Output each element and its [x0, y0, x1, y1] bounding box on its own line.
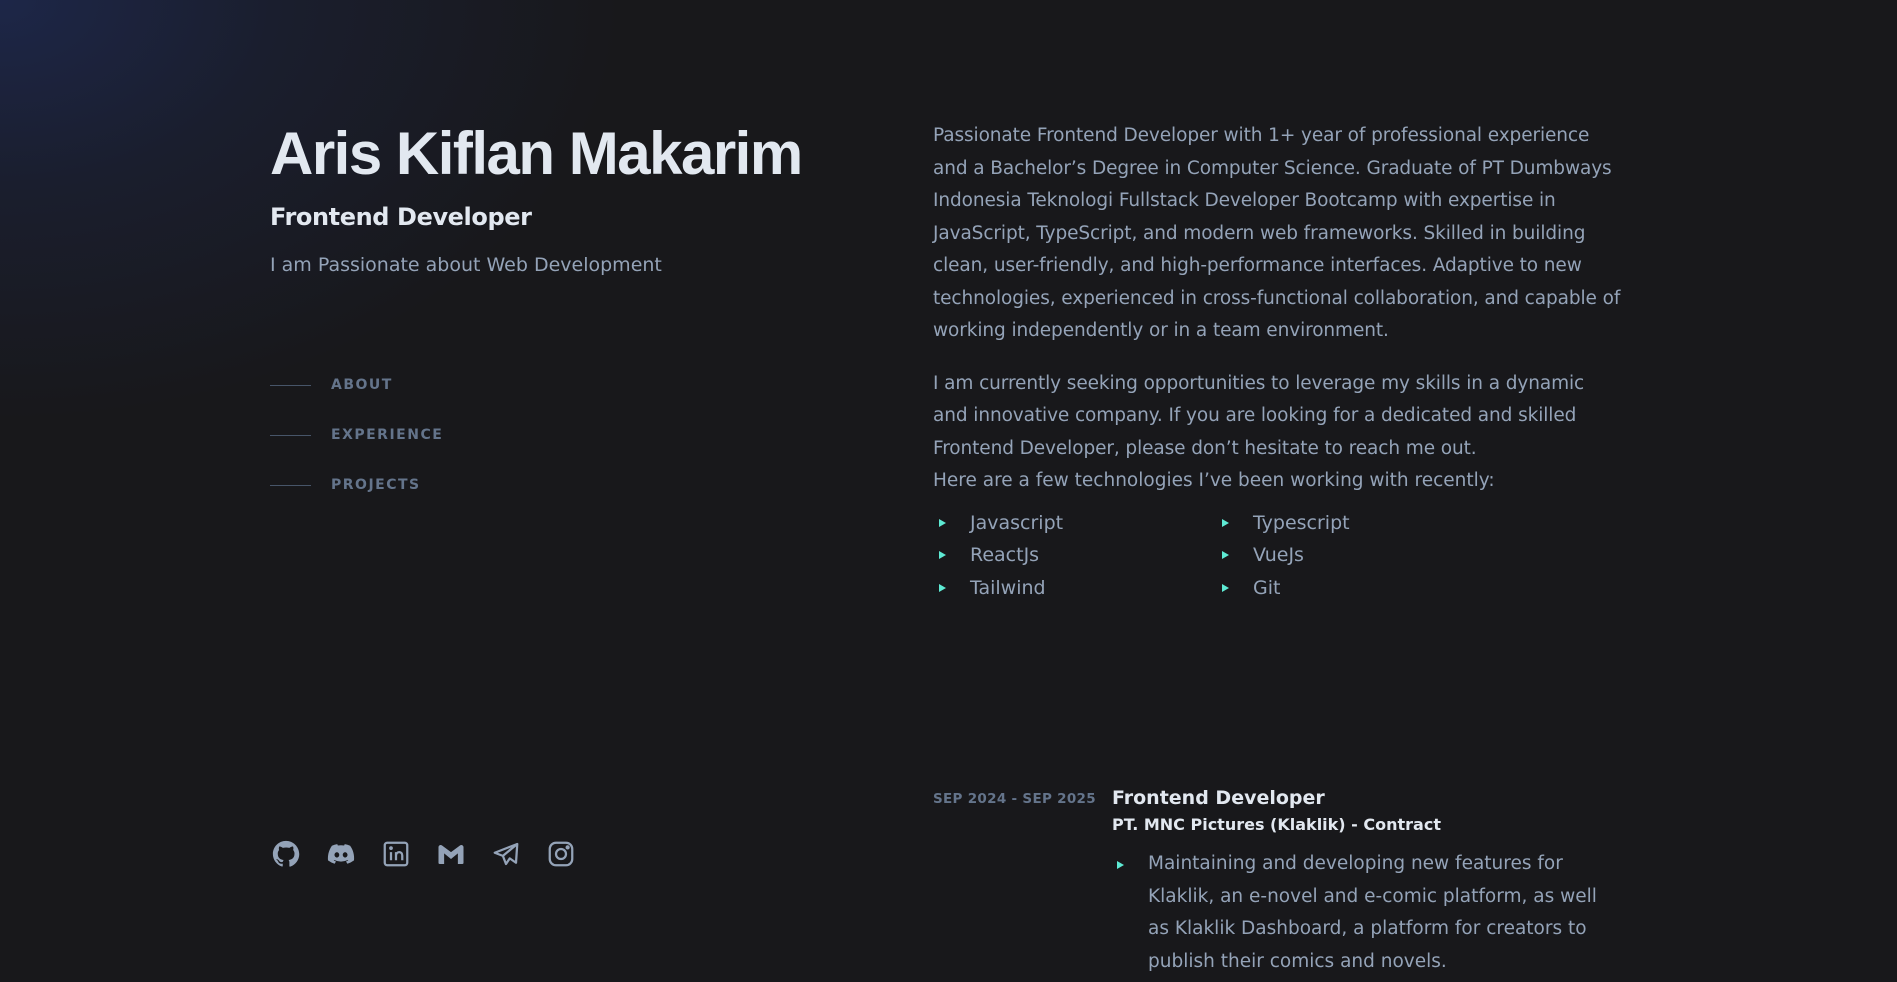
- profile-role: Frontend Developer: [270, 203, 532, 231]
- tech-item-label: Typescript: [1253, 511, 1350, 534]
- tech-item-label: ReactJs: [970, 544, 1040, 567]
- about-paragraph: I am currently seeking opportunities to …: [933, 372, 1585, 459]
- profile-name: Aris Kiflan Makarim: [270, 120, 803, 187]
- nav-item-projects[interactable]: PROJECTS: [270, 472, 443, 498]
- nav-item-label: EXPERIENCE: [331, 427, 444, 443]
- profile-tagline: I am Passionate about Web Development: [270, 254, 662, 276]
- triangle-bullet-icon: [1222, 518, 1229, 527]
- tech-item: ReactJs: [933, 539, 1216, 572]
- tech-item-label: VueJs: [1253, 544, 1304, 567]
- nav-indicator-line: [270, 434, 311, 436]
- tech-item-label: Tailwind: [970, 576, 1046, 599]
- nav-indicator-line: [270, 484, 311, 486]
- tech-item: Git: [1216, 572, 1499, 605]
- triangle-bullet-icon: [1222, 551, 1229, 560]
- tech-item-label: Javascript: [970, 511, 1064, 534]
- tech-item: VueJs: [1216, 539, 1499, 572]
- experience-item[interactable]: SEP 2024 - SEP 2025 Frontend Developer P…: [933, 784, 1623, 978]
- tech-intro: Here are a few technologies I’ve been wo…: [933, 470, 1495, 491]
- discord-icon[interactable]: [325, 838, 356, 869]
- nav-item-about[interactable]: ABOUT: [270, 372, 443, 398]
- about-paragraph: Passionate Frontend Developer with 1+ ye…: [933, 125, 1621, 341]
- social-links: [270, 838, 600, 869]
- experience-title: Frontend Developer: [1112, 787, 1325, 809]
- section-nav: ABOUT EXPERIENCE PROJECTS: [270, 372, 443, 522]
- portfolio-page: Aris Kiflan Makarim Frontend Developer I…: [0, 0, 1897, 982]
- triangle-bullet-icon: [939, 551, 946, 560]
- about-section: Passionate Frontend Developer with 1+ ye…: [933, 120, 1623, 604]
- nav-item-label: PROJECTS: [331, 477, 421, 493]
- linkedin-icon[interactable]: [380, 838, 411, 869]
- gmail-icon[interactable]: [435, 838, 466, 869]
- tech-item: Tailwind: [933, 572, 1216, 605]
- github-icon[interactable]: [270, 838, 301, 869]
- triangle-bullet-icon: [939, 518, 946, 527]
- nav-item-label: ABOUT: [331, 377, 393, 393]
- experience-company: PT. MNC Pictures (Klaklik) - Contract: [1112, 815, 1441, 834]
- experience-date: SEP 2024 - SEP 2025: [933, 791, 1096, 807]
- tech-item: Typescript: [1216, 507, 1499, 540]
- triangle-bullet-icon: [1222, 583, 1229, 592]
- profile-header: Aris Kiflan Makarim Frontend Developer I…: [270, 118, 830, 278]
- triangle-bullet-icon: [1117, 861, 1124, 869]
- experience-points: Maintaining and developing new features …: [1112, 848, 1623, 978]
- experience-point: Maintaining and developing new features …: [1112, 848, 1623, 978]
- tech-item-label: Git: [1253, 576, 1281, 599]
- experience-point-text: Maintaining and developing new features …: [1148, 853, 1597, 972]
- triangle-bullet-icon: [939, 583, 946, 592]
- tech-item: Javascript: [933, 507, 1216, 540]
- instagram-icon[interactable]: [545, 838, 576, 869]
- telegram-icon[interactable]: [490, 838, 521, 869]
- nav-item-experience[interactable]: EXPERIENCE: [270, 422, 443, 448]
- experience-body: Frontend Developer PT. MNC Pictures (Kla…: [1112, 784, 1623, 978]
- tech-list: Javascript Typescript ReactJs VueJs Tail…: [933, 507, 1623, 605]
- nav-indicator-line: [270, 384, 311, 386]
